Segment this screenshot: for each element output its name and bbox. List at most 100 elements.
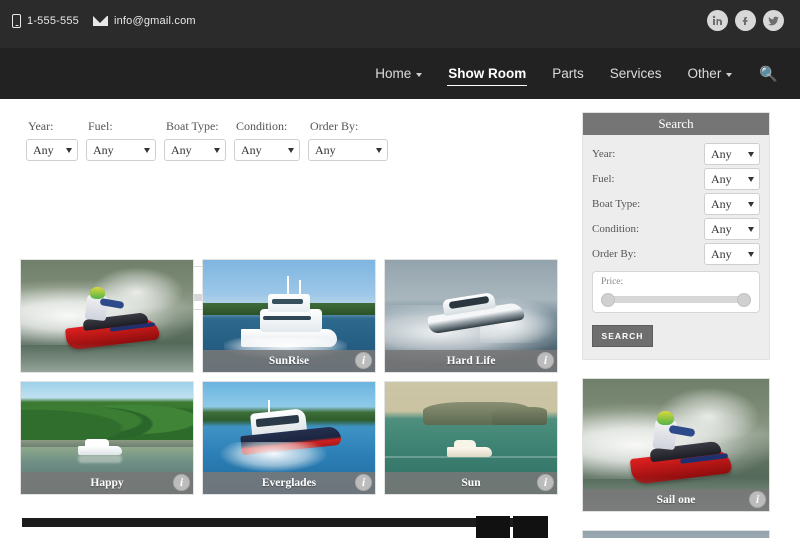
sidebar-filter-fuel: Fuel: Any [592,168,760,190]
boat-card-sun[interactable]: Sun i [384,381,558,495]
boat-card-sunrise[interactable]: SunRise i [202,259,376,373]
sidebar-year-select[interactable]: Any [704,143,760,165]
main-navigation: Home Show Room Parts Services Other 🔍 [0,48,800,99]
sidebar-label-boat-type: Boat Type: [592,198,641,210]
filter-label-year: Year: [28,119,54,133]
sidebar-condition-select[interactable]: Any [704,218,760,240]
boat-grid-row: SunRise i Hard Life i [20,259,560,373]
slider-handle-max[interactable] [737,293,751,307]
boat-grid: SunRise i Hard Life i Happy i Everglades… [20,259,560,503]
contact-group: 1-555-555 info@gmail.com [12,14,196,28]
filter-fuel: Fuel: Any [86,119,156,161]
sidebar-search-button[interactable]: SEARCH [592,325,653,347]
select-wrap-order-by: Any [308,139,388,161]
boat-grid-row: Happy i Everglades i Sun i [20,381,560,495]
sidebar-boat-type-select[interactable]: Any [704,193,760,215]
filter-label-fuel: Fuel: [88,119,113,133]
filter-label-order-by: Order By: [310,119,359,133]
order-by-select[interactable]: Any [308,139,388,161]
select-wrap-fuel: Any [86,139,156,161]
sidebar-fuel-select[interactable]: Any [704,168,760,190]
fuel-select[interactable]: Any [86,139,156,161]
phone-contact[interactable]: 1-555-555 [12,14,79,28]
sidebar-listing-sail-one[interactable]: Sail one i [582,378,770,512]
slider-handle-min[interactable] [601,293,615,307]
nav-label-other: Other [687,66,722,81]
nav-item-home[interactable]: Home [362,48,435,99]
info-icon[interactable]: i [749,491,766,508]
sidebar-filter-boat-type: Boat Type: Any [592,193,760,215]
sidebar-label-year: Year: [592,148,616,160]
sidebar-filter-condition: Condition: Any [592,218,760,240]
select-wrap-year: Any [704,143,760,165]
select-wrap-boat-type: Any [164,139,226,161]
boat-card-happy[interactable]: Happy i [20,381,194,495]
info-icon[interactable]: i [537,474,554,491]
chevron-down-icon [416,72,423,77]
sidebar-price-label: Price: [601,277,624,287]
boat-card-jetski[interactable] [20,259,194,373]
boat-type-select[interactable]: Any [164,139,226,161]
email-address: info@gmail.com [113,15,196,27]
nav-item-services[interactable]: Services [597,48,675,99]
select-wrap-boat-type: Any [704,193,760,215]
nav-label-home: Home [375,66,412,81]
nav-search-button[interactable]: 🔍 [745,48,786,99]
nav-list: Home Show Room Parts Services Other 🔍 [362,48,786,99]
nav-item-show-room[interactable]: Show Room [435,48,539,99]
select-wrap-condition: Any [234,139,300,161]
listing-title: Sail one [656,494,696,506]
email-contact[interactable]: info@gmail.com [92,15,196,27]
sidebar-filter-order-by: Order By: Any [592,243,760,265]
boat-photo [21,260,193,372]
info-icon[interactable]: i [355,474,372,491]
boat-title: Hard Life [446,355,496,367]
nav-label-parts: Parts [552,66,584,81]
select-wrap-order-by: Any [704,243,760,265]
nav-label-show-room: Show Room [448,66,527,81]
boat-caption: Hard Life i [385,350,557,372]
search-widget: Search Year: Any Fuel: Any Boat Type: An… [582,112,770,360]
info-icon[interactable]: i [355,352,372,369]
filter-order-by: Order By: Any [308,119,388,161]
info-icon[interactable]: i [173,474,190,491]
info-icon[interactable]: i [537,352,554,369]
bottom-block-left [476,516,510,538]
select-wrap-year: Any [26,139,78,161]
boat-card-hard-life[interactable]: Hard Life i [384,259,558,373]
select-wrap-fuel: Any [704,168,760,190]
slider-track [609,296,743,303]
filter-label-boat-type: Boat Type: [166,119,219,133]
filter-year: Year: Any [26,119,78,161]
nav-item-parts[interactable]: Parts [539,48,597,99]
condition-select[interactable]: Any [234,139,300,161]
boat-title: Happy [90,477,124,489]
sidebar-label-condition: Condition: [592,223,640,235]
linkedin-icon[interactable] [707,10,728,31]
sidebar-filter-year: Year: Any [592,143,760,165]
sidebar-listing-second[interactable] [582,530,770,538]
facebook-icon[interactable] [735,10,756,31]
chevron-down-icon [726,72,733,77]
boat-title: SunRise [268,355,310,367]
bottom-strip [22,518,548,527]
boat-caption: SunRise i [203,350,375,372]
year-select[interactable]: Any [26,139,78,161]
boat-title: Everglades [261,477,317,489]
sidebar: Search Year: Any Fuel: Any Boat Type: An… [582,112,770,538]
search-widget-body: Year: Any Fuel: Any Boat Type: Any Condi… [583,135,769,359]
sidebar-label-order-by: Order By: [592,248,637,260]
nav-item-other[interactable]: Other [675,48,746,99]
boat-caption: Happy i [21,472,193,494]
main-content: Year: Any Fuel: Any Boat Type: Any Condi… [0,99,800,538]
boat-title: Sun [461,477,481,489]
sidebar-price-slider[interactable] [601,293,751,307]
search-widget-title: Search [583,113,769,135]
mail-icon [92,16,108,26]
filter-boat-type: Boat Type: Any [164,119,226,161]
search-icon: 🔍 [759,65,778,83]
twitter-icon[interactable] [763,10,784,31]
boat-card-everglades[interactable]: Everglades i [202,381,376,495]
sidebar-order-by-select[interactable]: Any [704,243,760,265]
boat-caption: Sun i [385,472,557,494]
